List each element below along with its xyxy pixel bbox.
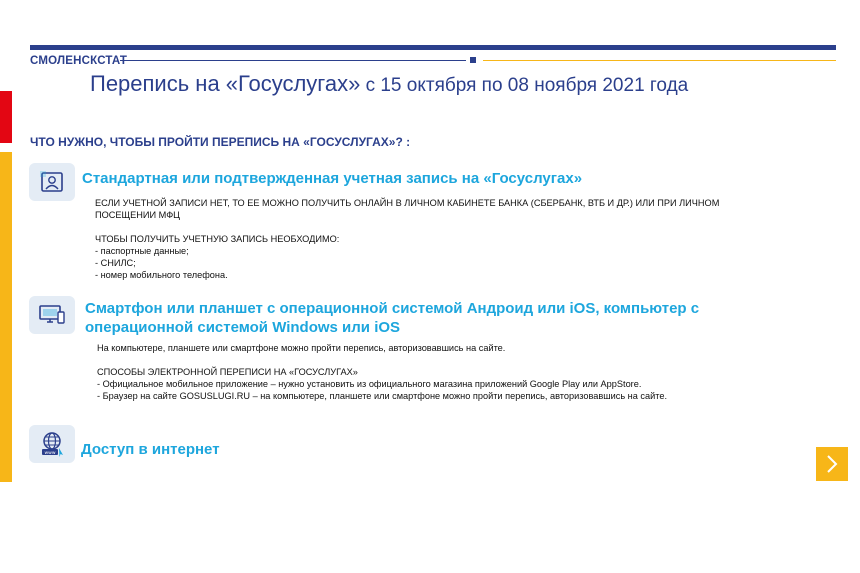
section-heading-devices-line-1: Смартфон или планшет с операционной сист… (85, 300, 700, 317)
devices-icon (29, 296, 75, 334)
body-line (95, 221, 719, 233)
body-line (97, 354, 667, 366)
header-divider-marker (470, 57, 476, 63)
side-accent-red (0, 91, 12, 143)
section-heading-account: Стандартная или подтвержденная учетная з… (82, 170, 583, 187)
id-card-icon (29, 163, 75, 201)
page-title-main: Перепись на «Госуслугах» (90, 71, 361, 96)
body-line: ЧТОБЫ ПОЛУЧИТЬ УЧЕТНУЮ ЗАПИСЬ НЕОБХОДИМО… (95, 234, 340, 244)
header-top-bar (30, 45, 836, 50)
section-heading-devices: Смартфон или планшет с операционной сист… (85, 299, 699, 337)
body-line: - паспортные данные; (95, 246, 189, 256)
section-body-account: ЕСЛИ УЧЕТНОЙ ЗАПИСИ НЕТ, ТО ЕЕ МОЖНО ПОЛ… (95, 197, 719, 281)
globe-www-icon: www (29, 425, 75, 463)
page-title-dates: с 15 октября по 08 ноября 2021 года (360, 75, 689, 96)
body-line: На компьютере, планшете или смартфоне мо… (97, 343, 506, 353)
body-line: - СНИЛС; (95, 258, 136, 268)
chevron-right-icon (827, 455, 838, 473)
body-line: ПОСЕЩЕНИИ МФЦ (95, 210, 180, 220)
section-heading-internet: Доступ в интернет (81, 441, 220, 458)
body-line: - номер мобильного телефона. (95, 270, 228, 280)
section-heading-devices-line-2: операционной системой Windows или iOS (85, 319, 401, 336)
brand-name: СМОЛЕНСКСТАТ (30, 55, 128, 67)
side-accent-yellow (0, 152, 12, 482)
svg-text:www: www (44, 451, 55, 456)
section-body-devices: На компьютере, планшете или смартфоне мо… (97, 342, 667, 402)
section-question: ЧТО НУЖНО, ЧТОБЫ ПРОЙТИ ПЕРЕПИСЬ НА «ГОС… (30, 135, 411, 149)
body-line: СПОСОБЫ ЭЛЕКТРОННОЙ ПЕРЕПИСИ НА «ГОСУСЛУ… (97, 367, 358, 377)
body-line: - Браузер на сайте GOSUSLUGI.RU – на ком… (97, 391, 668, 401)
next-slide-button[interactable] (816, 447, 848, 481)
body-line: - Официальное мобильное приложение – нуж… (97, 379, 642, 389)
page-title: Перепись на «Госуслугах» с 15 октября по… (90, 71, 688, 97)
header-divider-accent (483, 60, 836, 61)
header-divider (120, 60, 466, 61)
body-line: ЕСЛИ УЧЕТНОЙ ЗАПИСИ НЕТ, ТО ЕЕ МОЖНО ПОЛ… (95, 198, 720, 208)
